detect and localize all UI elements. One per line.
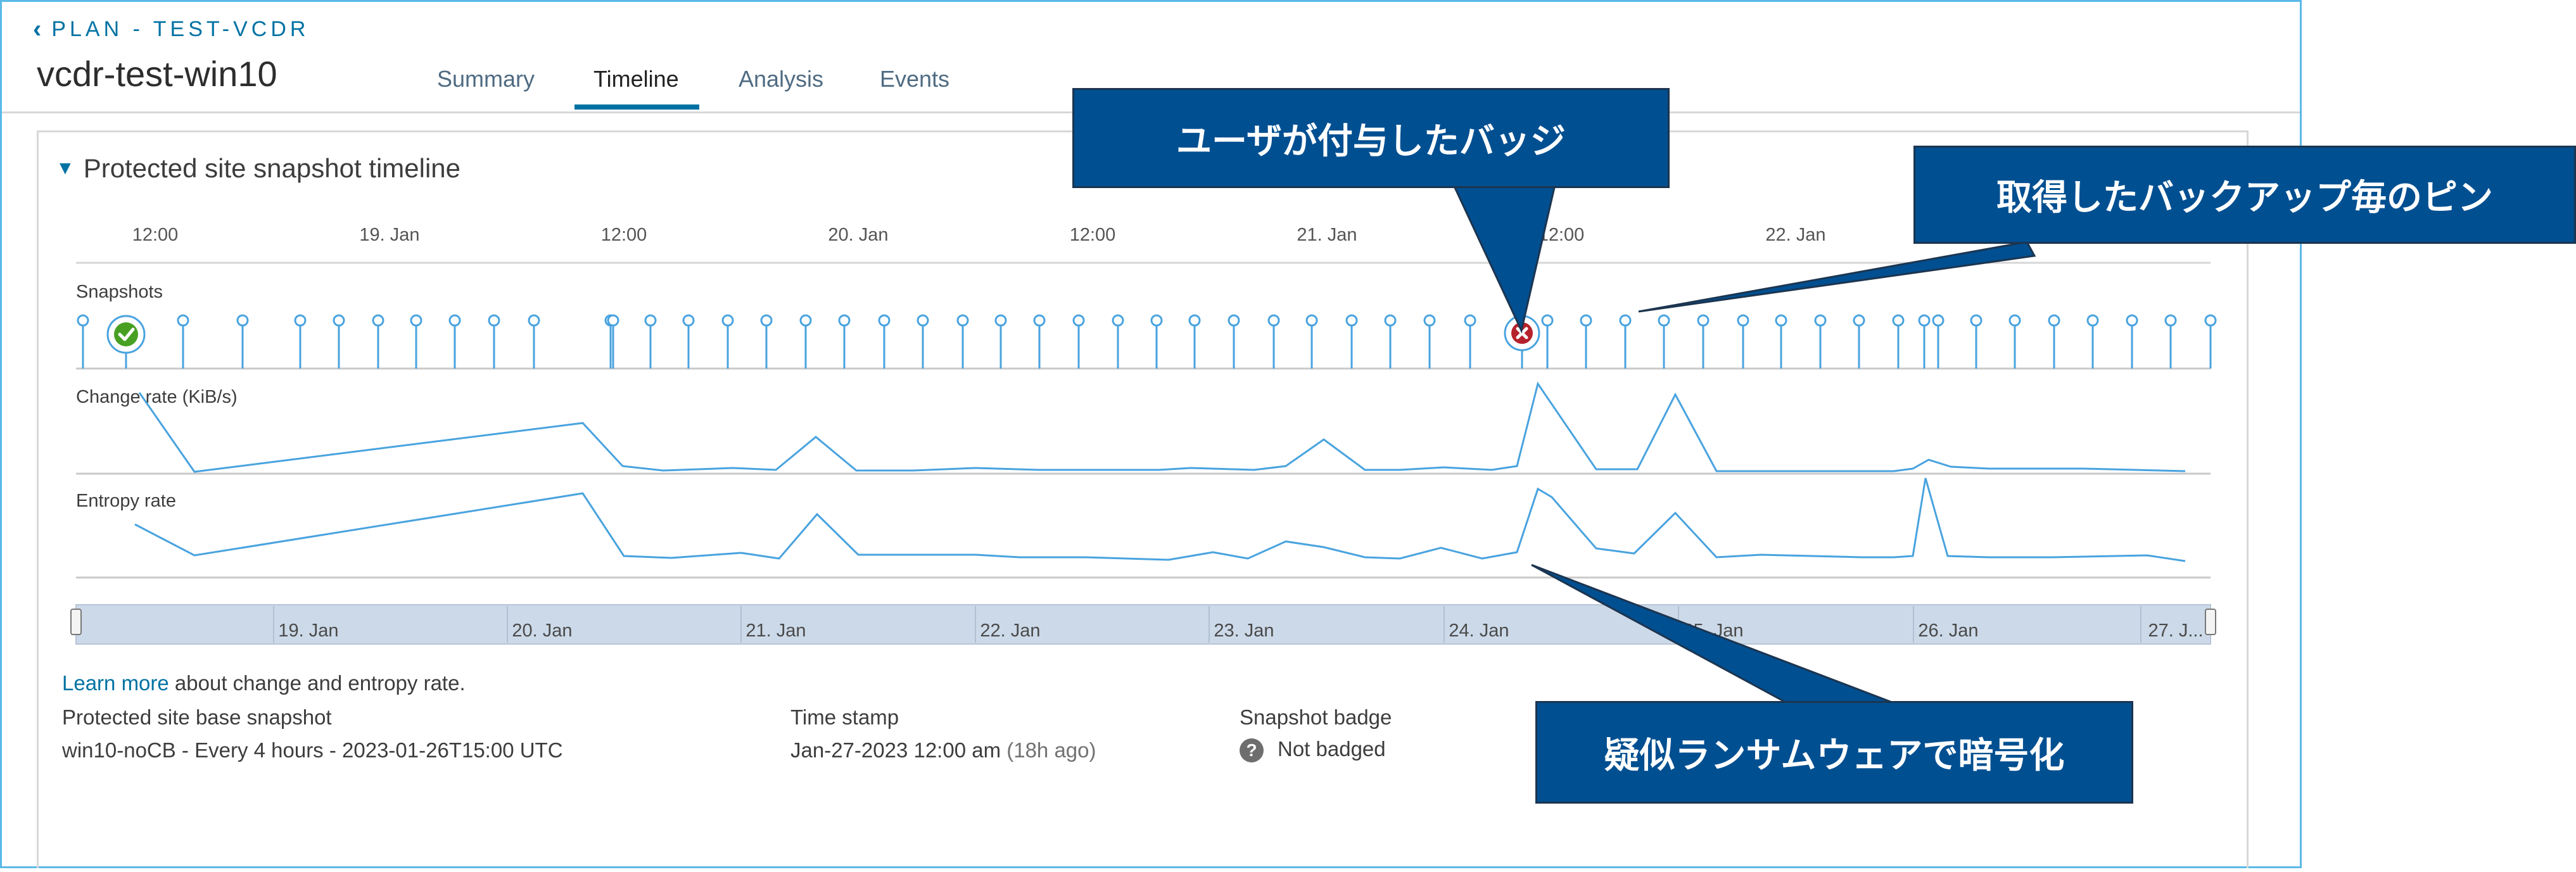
axis-tick-label: 21. Jan — [1297, 225, 1357, 245]
snapshot-pin[interactable] — [917, 314, 929, 327]
navigator-tick-label: 22. Jan — [980, 621, 1040, 641]
help-icon[interactable]: ? — [1240, 738, 1264, 763]
axis-tick-label: 12:00 — [132, 225, 179, 245]
snapshot-pin[interactable] — [1345, 314, 1358, 327]
row-label-change-rate: Change rate (KiB/s) — [76, 387, 238, 407]
snapshot-pin[interactable] — [1580, 314, 1592, 327]
axis-tick-label: 19. Jan — [359, 225, 419, 245]
learn-more-link[interactable]: Learn more — [62, 671, 169, 695]
axis-tick-label: 12:00 — [1539, 225, 1585, 245]
snapshot-pin[interactable] — [2008, 314, 2021, 327]
snapshot-pin[interactable] — [528, 314, 540, 327]
navigator-tick-label: 25. Jan — [1683, 621, 1743, 641]
row-label-entropy-rate: Entropy rate — [76, 491, 176, 511]
navigator-tick-label: 24. Jan — [1449, 621, 1509, 641]
badge-value: Not badged — [1278, 737, 1386, 761]
callout-user-badge: ユーザが付与したバッジ — [1072, 88, 1670, 188]
range-handle-right[interactable] — [2205, 609, 2216, 635]
snapshot-pin[interactable] — [1305, 314, 1318, 327]
learn-more-description: about change and entropy rate. — [168, 671, 466, 695]
snapshot-pin[interactable] — [1970, 314, 1983, 327]
snapshot-pin[interactable] — [1853, 314, 1865, 327]
snapshot-pin[interactable] — [799, 314, 812, 327]
entropy-rate-line — [134, 477, 2186, 562]
badge-label: Snapshot badge — [1240, 705, 1392, 729]
snapshot-pin[interactable] — [644, 314, 657, 327]
snapshot-pin[interactable] — [1464, 314, 1476, 327]
change-rate-line — [138, 381, 2186, 473]
snapshot-pin[interactable] — [177, 314, 189, 327]
snapshot-pin[interactable] — [1112, 314, 1124, 327]
navigator-tick-label: 27. J... — [2148, 621, 2203, 641]
callout-backup-pin: 取得したバックアップ毎のピン — [1913, 146, 2576, 244]
snapshot-pin[interactable] — [2164, 314, 2177, 327]
base-snapshot-label: Protected site base snapshot — [62, 705, 332, 729]
snapshot-pin[interactable] — [1188, 314, 1201, 327]
navigator-tick-label: 19. Jan — [278, 621, 338, 641]
snapshot-pin[interactable] — [1775, 314, 1787, 327]
axis-tick-label: 12:00 — [601, 225, 647, 245]
snapshot-pin[interactable] — [1267, 314, 1280, 327]
snapshot-pin[interactable] — [607, 314, 619, 327]
navigator-tick-label: 21. Jan — [746, 621, 806, 641]
base-snapshot-value: win10-noCB - Every 4 hours - 2023-01-26T… — [62, 738, 563, 762]
snapshot-pin[interactable] — [1892, 314, 1905, 327]
snapshot-pin[interactable] — [1150, 314, 1163, 327]
callout-ransomware: 疑似ランサムウェアで暗号化 — [1535, 701, 2133, 804]
snapshot-pin[interactable] — [410, 314, 422, 327]
navigator-tick-label: 23. Jan — [1214, 621, 1274, 641]
range-navigator[interactable] — [75, 604, 2211, 645]
snapshot-pin[interactable] — [1697, 314, 1710, 327]
check-badge-icon — [114, 322, 138, 346]
axis-tick-label: 20. Jan — [828, 225, 888, 245]
learn-more-text: Learn more about change and entropy rate… — [62, 671, 466, 695]
snapshot-pin[interactable] — [488, 314, 500, 327]
timestamp-ago: (18h ago) — [1006, 738, 1096, 762]
snapshot-pin[interactable] — [2126, 314, 2138, 327]
snapshot-pin[interactable] — [994, 314, 1007, 327]
snapshot-pin[interactable] — [448, 314, 461, 327]
snapshot-pin[interactable] — [1658, 314, 1670, 327]
timestamp-field: Jan-27-2023 12:00 am (18h ago) — [790, 738, 1096, 762]
snapshot-pin[interactable] — [1619, 314, 1632, 327]
navigator-tick-label: 26. Jan — [1918, 621, 1978, 641]
snapshot-pin[interactable] — [2048, 314, 2060, 327]
navigator-tick-label: 20. Jan — [512, 621, 572, 641]
snapshot-pin[interactable] — [1228, 314, 1240, 327]
row-label-snapshots: Snapshots — [76, 282, 163, 302]
snapshot-pin[interactable] — [1423, 314, 1436, 327]
snapshot-pin[interactable] — [77, 314, 89, 327]
snapshot-pin[interactable] — [1541, 314, 1554, 327]
badge-field: ? Not badged — [1240, 737, 1386, 763]
snapshot-pin[interactable] — [1814, 314, 1827, 327]
snapshot-pin[interactable] — [1033, 314, 1046, 327]
snapshot-pin[interactable] — [682, 314, 695, 327]
range-handle-left[interactable] — [70, 609, 82, 635]
snapshot-pin[interactable] — [760, 314, 773, 327]
axis-tick-label: 22. Jan — [1765, 225, 1825, 245]
snapshot-pin[interactable] — [956, 314, 969, 327]
snapshot-pin[interactable] — [236, 314, 249, 327]
snapshot-pin[interactable] — [1384, 314, 1397, 327]
axis-tick-label: 12:00 — [1070, 225, 1116, 245]
snapshot-pin[interactable] — [1918, 314, 1931, 327]
snapshot-pin[interactable] — [2204, 314, 2217, 327]
snapshot-pin[interactable] — [1072, 314, 1085, 327]
snapshot-pin[interactable] — [372, 314, 384, 327]
snapshot-pin[interactable] — [878, 314, 891, 327]
snapshot-pin[interactable] — [1932, 314, 1945, 327]
snapshot-pin[interactable] — [838, 314, 851, 327]
timestamp-value: Jan-27-2023 12:00 am — [790, 738, 1001, 762]
snapshot-pin[interactable] — [333, 314, 345, 327]
snapshot-pin[interactable] — [1737, 314, 1749, 327]
snapshot-pin[interactable] — [721, 314, 734, 327]
snapshot-pin[interactable] — [294, 314, 307, 327]
snapshot-pin[interactable] — [2086, 314, 2099, 327]
timestamp-label: Time stamp — [790, 705, 899, 729]
